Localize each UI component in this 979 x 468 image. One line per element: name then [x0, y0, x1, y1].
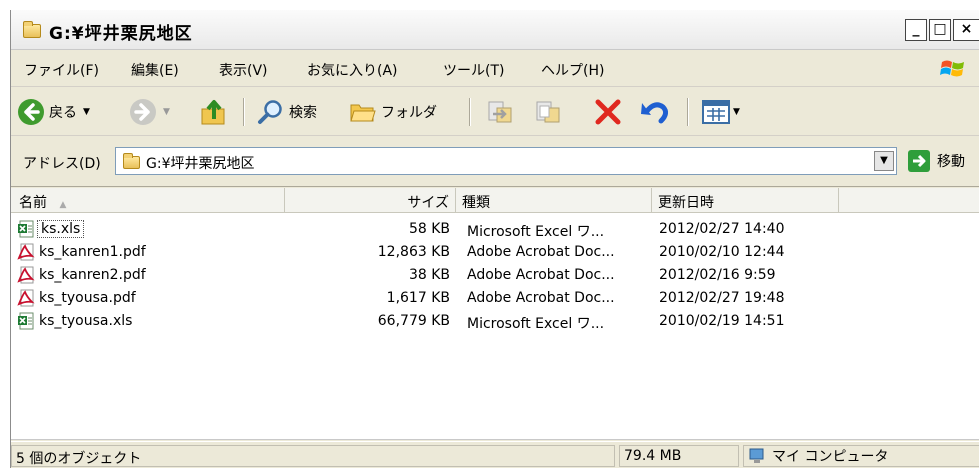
excel-icon	[18, 220, 34, 238]
folder-icon	[123, 153, 140, 169]
toolbar-separator	[243, 98, 245, 126]
go-label: 移動	[937, 154, 965, 170]
file-list: 名前 ▲ サイズ 種類 更新日時 ks.xls 58 KB Microsoft Ex…	[11, 188, 979, 440]
file-name[interactable]: ks_kanren2.pdf	[39, 267, 146, 283]
views-dropdown-icon[interactable]: ▼	[733, 107, 740, 117]
status-location-label: マイ コンピュータ	[772, 449, 889, 465]
menu-favorites[interactable]: お気に入り(A)	[307, 60, 398, 80]
explorer-window: G:¥坪井栗尻地区 _ □ × ファイル(F) 編集(E) 表示(V) お気に入…	[10, 10, 979, 468]
status-location: マイ コンピュータ	[743, 445, 979, 467]
move-to-icon	[488, 101, 512, 123]
title-bar[interactable]: G:¥坪井栗尻地区 _ □ ×	[11, 10, 979, 50]
file-type: Adobe Acrobat Doc...	[467, 267, 615, 283]
file-name[interactable]: ks.xls	[37, 220, 85, 238]
file-name[interactable]: ks_tyousa.pdf	[39, 290, 136, 306]
copy-to-button[interactable]	[533, 97, 563, 127]
file-size: 58 KB	[408, 221, 450, 237]
file-type: Microsoft Excel ワ...	[467, 316, 605, 332]
up-folder-button[interactable]	[199, 97, 229, 127]
toolbar: 戻る ▼ ▼ 検索 フォルダ ▼	[11, 88, 979, 136]
file-modified: 2012/02/27 19:48	[659, 290, 785, 306]
views-grid-icon	[702, 100, 730, 124]
back-dropdown-icon[interactable]: ▼	[83, 107, 90, 117]
file-size: 38 KB	[408, 267, 450, 283]
up-folder-icon	[201, 100, 225, 125]
file-size: 1,617 KB	[386, 290, 450, 306]
file-row[interactable]: ks.xls 58 KB Microsoft Excel ワ... 2012/02/2…	[11, 218, 979, 241]
file-size: 66,779 KB	[377, 313, 450, 329]
close-button[interactable]: ×	[953, 19, 979, 41]
minimize-button[interactable]: _	[905, 19, 927, 41]
go-arrow-icon	[908, 150, 930, 172]
back-button[interactable]: 戻る ▼	[17, 97, 90, 127]
address-input[interactable]: G:¥坪井栗尻地区 ▼	[115, 147, 897, 175]
search-button[interactable]: 検索	[257, 97, 317, 127]
folders-label: フォルダ	[381, 105, 437, 121]
forward-arrow-icon	[130, 99, 156, 125]
address-dropdown-icon[interactable]: ▼	[874, 151, 894, 171]
copy-to-icon	[536, 101, 560, 123]
folders-icon	[350, 104, 376, 122]
search-label: 検索	[289, 105, 317, 121]
column-header-empty	[839, 188, 979, 213]
delete-button[interactable]	[593, 97, 623, 127]
window-title: G:¥坪井栗尻地区	[49, 24, 193, 44]
address-bar: アドレス(D) G:¥坪井栗尻地区 ▼ 移動	[11, 137, 979, 187]
menu-file[interactable]: ファイル(F)	[24, 60, 99, 80]
forward-dropdown-icon[interactable]: ▼	[163, 107, 170, 117]
views-button[interactable]: ▼	[701, 97, 740, 127]
file-row[interactable]: ks_tyousa.pdf 1,617 KB Adobe Acrobat Doc..…	[11, 287, 979, 310]
toolbar-separator	[469, 98, 471, 126]
menu-edit[interactable]: 編集(E)	[131, 60, 179, 80]
pdf-icon	[17, 243, 35, 261]
file-type: Adobe Acrobat Doc...	[467, 290, 615, 306]
undo-icon	[641, 102, 669, 124]
file-type: Adobe Acrobat Doc...	[467, 244, 615, 260]
status-object-count: 5 個のオブジェクト	[11, 445, 615, 467]
address-value: G:¥坪井栗尻地区	[146, 156, 255, 172]
file-modified: 2012/02/27 14:40	[659, 221, 785, 237]
address-label: アドレス(D)	[23, 156, 101, 172]
pdf-icon	[17, 289, 35, 307]
sort-ascending-icon: ▲	[59, 200, 67, 210]
maximize-button[interactable]: □	[929, 19, 951, 41]
column-header-name[interactable]: 名前 ▲	[11, 188, 285, 213]
column-header-modified[interactable]: 更新日時	[652, 188, 839, 213]
column-name-label: 名前	[19, 195, 47, 211]
column-header-size[interactable]: サイズ	[285, 188, 456, 213]
menu-help[interactable]: ヘルプ(H)	[541, 60, 604, 80]
file-modified: 2010/02/10 12:44	[659, 244, 785, 260]
file-row[interactable]: ks_kanren1.pdf 12,863 KB Adobe Acrobat Doc…	[11, 241, 979, 264]
back-label: 戻る	[49, 105, 77, 121]
file-name[interactable]: ks_kanren1.pdf	[39, 244, 146, 260]
windows-logo-icon	[940, 60, 964, 77]
status-bar: 5 個のオブジェクト 79.4 MB マイ コンピュータ	[11, 441, 979, 468]
pdf-icon	[17, 266, 35, 284]
status-total-size: 79.4 MB	[619, 445, 739, 467]
my-computer-icon	[749, 448, 764, 463]
menu-view[interactable]: 表示(V)	[219, 60, 268, 80]
folders-button[interactable]: フォルダ	[349, 97, 437, 127]
folder-icon	[23, 21, 41, 38]
file-row[interactable]: ks_tyousa.xls 66,779 KB Microsoft Excel ワ.…	[11, 310, 979, 333]
delete-x-icon	[595, 99, 621, 125]
file-name[interactable]: ks_tyousa.xls	[39, 313, 132, 329]
undo-button[interactable]	[639, 97, 671, 127]
forward-button[interactable]: ▼	[129, 97, 170, 127]
file-type: Microsoft Excel ワ...	[467, 224, 605, 240]
back-arrow-icon	[18, 99, 44, 125]
excel-icon	[18, 312, 34, 330]
move-to-button[interactable]	[485, 97, 515, 127]
go-button[interactable]: 移動	[907, 149, 965, 173]
column-header-type[interactable]: 種類	[456, 188, 652, 213]
menu-bar: ファイル(F) 編集(E) 表示(V) お気に入り(A) ツール(T) ヘルプ(…	[11, 51, 979, 87]
menu-tools[interactable]: ツール(T)	[443, 60, 504, 80]
toolbar-separator	[687, 98, 689, 126]
file-modified: 2012/02/16 9:59	[659, 267, 776, 283]
search-icon	[258, 100, 282, 124]
file-row[interactable]: ks_kanren2.pdf 38 KB Adobe Acrobat Doc... 2…	[11, 264, 979, 287]
file-size: 12,863 KB	[377, 244, 450, 260]
file-modified: 2010/02/19 14:51	[659, 313, 785, 329]
